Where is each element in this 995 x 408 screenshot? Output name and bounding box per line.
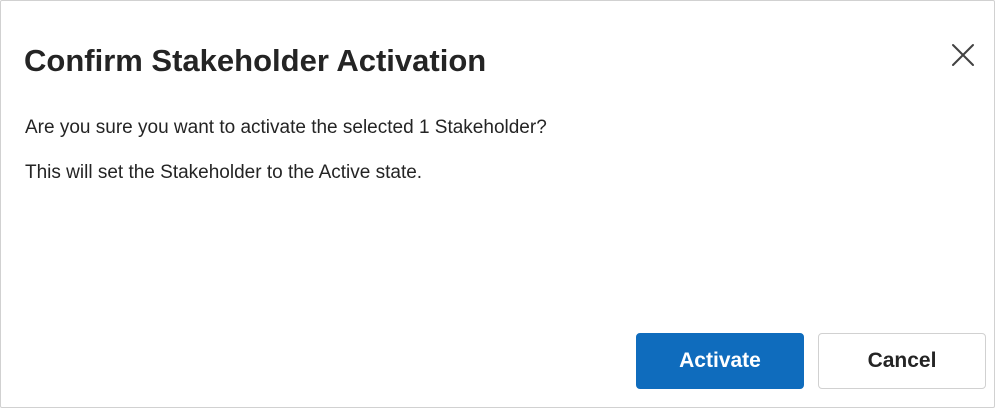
dialog-title: Confirm Stakeholder Activation	[24, 43, 487, 78]
close-icon	[952, 44, 974, 66]
confirm-dialog: Confirm Stakeholder Activation Are you s…	[0, 0, 995, 408]
activate-button[interactable]: Activate	[636, 333, 804, 389]
close-button[interactable]	[945, 37, 981, 73]
cancel-button[interactable]: Cancel	[818, 333, 986, 389]
confirm-message: Are you sure you want to activate the se…	[25, 117, 547, 138]
state-message: This will set the Stakeholder to the Act…	[25, 162, 423, 183]
